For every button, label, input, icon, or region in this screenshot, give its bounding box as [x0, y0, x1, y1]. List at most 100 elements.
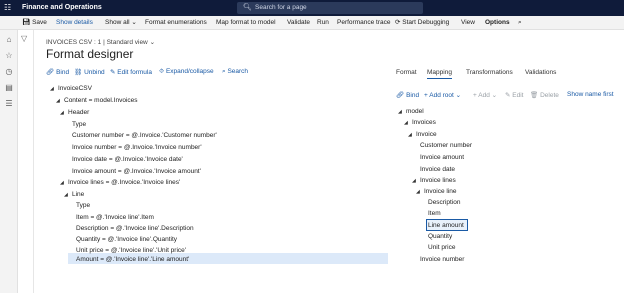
- search-icon: 🔍︎: [243, 4, 252, 11]
- tree-node[interactable]: Unit price = @.'Invoice line'.'Unit pric…: [76, 246, 186, 255]
- app-title: Finance and Operations: [22, 4, 102, 11]
- unlink-icon: ⛓︎: [74, 69, 83, 76]
- edit-button[interactable]: ✎ Edit: [505, 91, 523, 99]
- home-icon[interactable]: ⌂: [4, 35, 14, 45]
- edit-icon: ✎: [505, 92, 511, 99]
- delete-button[interactable]: 🗑︎ Delete: [530, 91, 559, 99]
- tree-node-selected[interactable]: Amount = @.'Invoice line'.'Line amount': [76, 255, 189, 264]
- tree-node[interactable]: ◢ Header: [60, 108, 89, 118]
- bind-label: Bind: [56, 69, 70, 76]
- model-tree-node[interactable]: Item: [428, 209, 441, 218]
- caret-down-icon[interactable]: ◢: [404, 119, 412, 128]
- plus-icon: +: [424, 92, 428, 99]
- link-icon: 🔗︎: [46, 69, 55, 76]
- unbind-button[interactable]: ⛓︎ Unbind: [74, 68, 105, 76]
- view-button[interactable]: View: [461, 18, 475, 28]
- model-tree-node[interactable]: Unit price: [428, 243, 455, 252]
- map-format-to-model-button[interactable]: Map format to model: [216, 18, 276, 28]
- tree-node[interactable]: ◢ Line: [64, 190, 84, 200]
- chevron-down-icon: ⌄: [491, 92, 498, 99]
- expand-collapse-button[interactable]: ⯑ Expand/collapse: [159, 68, 214, 76]
- tree-node[interactable]: Description = @.'Invoice line'.Descripti…: [76, 224, 194, 233]
- save-button[interactable]: 💾︎ Save: [22, 18, 47, 28]
- model-tree-node[interactable]: ◢ Invoice line: [416, 187, 457, 197]
- model-tree-node[interactable]: Invoice amount: [420, 153, 464, 162]
- validate-button[interactable]: Validate: [287, 18, 310, 28]
- caret-down-icon[interactable]: ◢: [412, 177, 420, 186]
- waffle-icon[interactable]: ☷: [4, 4, 12, 12]
- caret-down-icon[interactable]: ◢: [398, 108, 406, 117]
- chevron-down-icon[interactable]: ⌄: [150, 39, 155, 46]
- add-root-button[interactable]: + Add root ⌄: [424, 91, 461, 99]
- tree-node[interactable]: Item = @.'Invoice line'.Item: [76, 213, 154, 222]
- tree-node[interactable]: Quantity = @.'Invoice line'.Quantity: [76, 235, 177, 244]
- tree-node[interactable]: Customer number = @.Invoice.'Customer nu…: [72, 131, 217, 140]
- model-tree-node[interactable]: Quantity: [428, 232, 452, 241]
- workspaces-icon[interactable]: ▤: [4, 83, 14, 93]
- left-search-label: Search: [227, 68, 249, 75]
- left-search-button[interactable]: ⌕ Search: [222, 68, 248, 76]
- model-tree-node[interactable]: ◢ Invoice lines: [412, 176, 456, 186]
- tree-node-label: Line: [72, 191, 85, 198]
- caret-down-icon[interactable]: ◢: [50, 85, 58, 94]
- favorites-icon[interactable]: ☆: [4, 51, 14, 61]
- model-tree-node[interactable]: ◢ model: [398, 107, 424, 117]
- page-title: Format designer: [46, 47, 134, 61]
- tree-node[interactable]: ◢ InvoiceCSV: [50, 84, 92, 94]
- model-tree-node[interactable]: Description: [428, 198, 461, 207]
- caret-down-icon[interactable]: ◢: [416, 188, 424, 197]
- model-tree-node-label: Invoice line: [424, 188, 457, 195]
- bind-button[interactable]: 🔗︎ Bind: [46, 68, 69, 76]
- tree-node-label: Content = model.Invoices: [64, 97, 138, 104]
- add-root-label: Add root: [429, 92, 454, 99]
- tab-validations[interactable]: Validations: [525, 69, 556, 76]
- plus-icon: +: [473, 92, 477, 99]
- add-button[interactable]: + Add ⌄: [473, 91, 497, 99]
- caret-down-icon[interactable]: ◢: [56, 97, 64, 106]
- model-tree-node[interactable]: Invoice number: [420, 255, 464, 264]
- chevron-down-icon: ⌄: [455, 92, 462, 99]
- tree-node-label: InvoiceCSV: [58, 85, 92, 92]
- show-all-button[interactable]: Show all ⌄: [105, 18, 137, 28]
- edit-formula-button[interactable]: ✎ Edit formula: [110, 68, 152, 76]
- options-button[interactable]: Options: [485, 18, 510, 28]
- tree-node[interactable]: Invoice date = @.Invoice.'Invoice date': [72, 155, 183, 164]
- tab-format[interactable]: Format: [396, 69, 417, 76]
- tab-mapping[interactable]: Mapping: [427, 69, 452, 79]
- start-debugging-label: Start Debugging: [402, 19, 450, 26]
- start-debugging-button[interactable]: ⟳ Start Debugging: [395, 18, 449, 28]
- caret-down-icon[interactable]: ◢: [408, 131, 416, 140]
- model-tree-node[interactable]: ◢ Invoice: [408, 130, 437, 140]
- tree-node[interactable]: ◢ Invoice lines = @.Invoice.'Invoice line…: [60, 178, 180, 188]
- model-tree-node[interactable]: Invoice date: [420, 165, 455, 174]
- model-tree-node-selected[interactable]: Line amount: [428, 221, 464, 230]
- model-tree-node-label: Invoice lines: [420, 177, 456, 184]
- tree-node[interactable]: Type: [72, 120, 86, 129]
- format-enumerations-button[interactable]: Format enumerations: [145, 18, 207, 28]
- model-tree-node[interactable]: ◢ Invoices: [404, 118, 436, 128]
- search-icon[interactable]: ⌕: [518, 18, 522, 28]
- tree-node[interactable]: ◢ Content = model.Invoices: [56, 96, 138, 106]
- tree-node[interactable]: Invoice number = @.Invoice.'Invoice numb…: [72, 143, 202, 152]
- tree-node[interactable]: Invoice amount = @.Invoice.'Invoice amou…: [72, 167, 201, 176]
- search-input[interactable]: 🔍︎ Search for a page: [237, 2, 423, 14]
- model-tree-node[interactable]: Customer number: [420, 141, 472, 150]
- caret-down-icon[interactable]: ◢: [60, 179, 68, 188]
- performance-trace-button[interactable]: Performance trace: [337, 18, 390, 28]
- show-name-first-button[interactable]: Show name first: [567, 91, 614, 98]
- tab-transformations[interactable]: Transformations: [466, 69, 513, 76]
- recent-icon[interactable]: ◷: [4, 67, 14, 77]
- show-details-button[interactable]: Show details: [56, 18, 93, 28]
- model-tree-node-label: Invoice: [416, 131, 437, 138]
- caret-down-icon[interactable]: ◢: [64, 191, 72, 200]
- breadcrumb-text: INVOICES CSV : 1 | Standard view: [46, 39, 148, 46]
- tree-node[interactable]: Type: [76, 201, 90, 210]
- chevron-down-icon: ⌄: [131, 19, 137, 26]
- mapping-bind-button[interactable]: 🔗︎ Bind: [396, 91, 419, 99]
- mapping-bind-label: Bind: [406, 92, 420, 99]
- modules-icon[interactable]: ☰: [4, 99, 14, 109]
- expand-collapse-label: Expand/collapse: [165, 68, 214, 75]
- filter-icon[interactable]: ▽: [21, 34, 27, 43]
- run-button[interactable]: Run: [317, 18, 329, 28]
- caret-down-icon[interactable]: ◢: [60, 109, 68, 118]
